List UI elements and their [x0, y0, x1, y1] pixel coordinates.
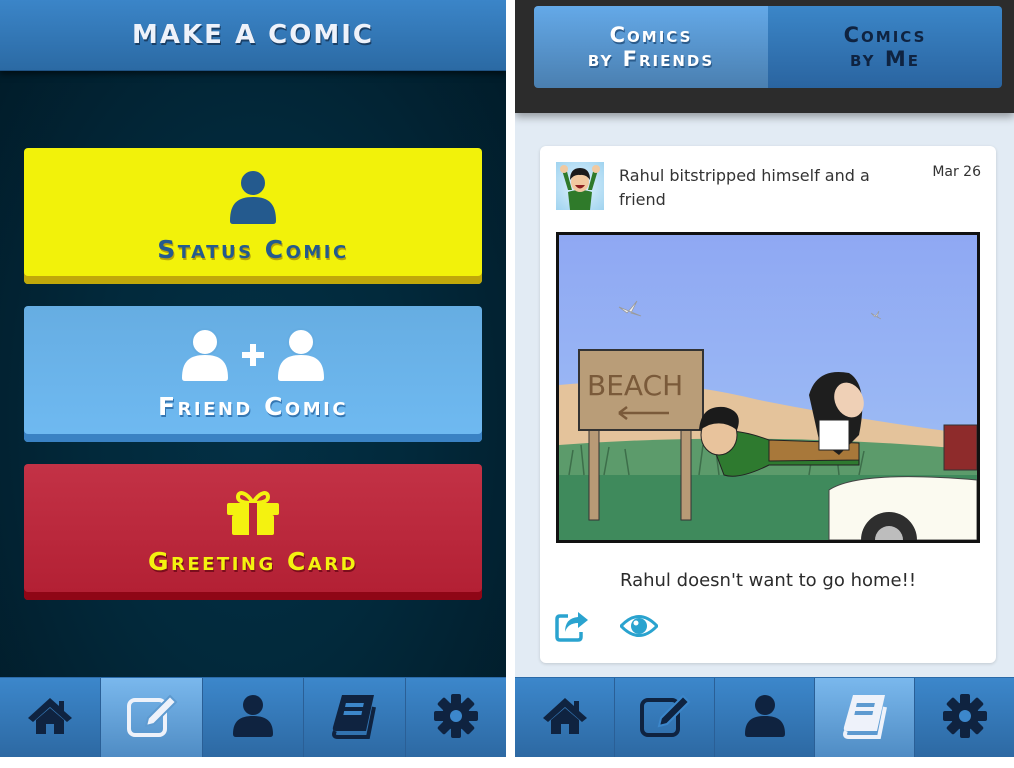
- post-description: Rahul bitstripped himself and a friend: [619, 166, 870, 209]
- tab-profile[interactable]: [715, 678, 815, 757]
- bottom-tab-bar-right: [515, 677, 1014, 757]
- comic-caption: Rahul doesn't want to go home!!: [619, 570, 917, 591]
- tab-home[interactable]: [0, 678, 102, 757]
- home-icon: [26, 696, 74, 740]
- comics-feed-screen: Comics by Friends Comics by Me Rahul bit…: [515, 0, 1014, 757]
- edit-icon: [126, 694, 178, 742]
- person-icon: [180, 327, 230, 386]
- settings-gear-icon: [433, 693, 479, 743]
- tab-home[interactable]: [515, 678, 615, 757]
- greeting-card-button[interactable]: Greeting Card: [24, 464, 482, 600]
- tab-comics[interactable]: [304, 678, 406, 757]
- tab-settings[interactable]: [915, 678, 1014, 757]
- segmented-control: Comics by Friends Comics by Me: [534, 6, 1002, 88]
- book-icon: [330, 693, 378, 743]
- page-title: MAKE A COMIC: [132, 20, 374, 50]
- tab-profile[interactable]: [203, 678, 305, 757]
- view-eye-icon[interactable]: [620, 613, 658, 639]
- plus-icon: [240, 342, 266, 372]
- post-actions: [554, 610, 658, 642]
- greeting-card-label: Greeting Card: [147, 546, 359, 576]
- header-bar: MAKE A COMIC: [0, 0, 506, 71]
- person-icon: [276, 327, 326, 386]
- edit-icon: [639, 694, 691, 742]
- tab-comics[interactable]: [815, 678, 915, 757]
- tab-settings[interactable]: [406, 678, 506, 757]
- status-comic-label: Status Comic: [157, 234, 349, 264]
- comic-post-card: Rahul bitstripped himself and a friend M…: [540, 146, 996, 663]
- profile-icon: [232, 694, 274, 742]
- friend-comic-button[interactable]: Friend Comic: [24, 306, 482, 442]
- comic-image[interactable]: BEACH: [556, 232, 980, 543]
- tab-comics-by-friends[interactable]: Comics by Friends: [534, 6, 768, 88]
- bottom-tab-bar-left: [0, 677, 506, 757]
- profile-icon: [744, 694, 786, 742]
- person-icon: [228, 168, 278, 229]
- top-bar: Comics by Friends Comics by Me: [515, 0, 1014, 113]
- book-icon: [841, 693, 889, 743]
- tab-create[interactable]: [615, 678, 715, 757]
- gift-icon: [226, 489, 280, 541]
- make-comic-screen: MAKE A COMIC Status Comic Friend Comic G…: [0, 0, 506, 757]
- settings-gear-icon: [942, 693, 988, 743]
- post-date: Mar 26: [932, 164, 981, 180]
- tab-comics-by-me[interactable]: Comics by Me: [768, 6, 1002, 88]
- home-icon: [541, 696, 589, 740]
- avatar[interactable]: [556, 162, 604, 210]
- share-icon[interactable]: [554, 610, 590, 642]
- friend-comic-label: Friend Comic: [157, 391, 349, 421]
- status-comic-button[interactable]: Status Comic: [24, 148, 482, 284]
- tab-create[interactable]: [101, 678, 203, 757]
- beach-sign-text: BEACH: [587, 369, 683, 402]
